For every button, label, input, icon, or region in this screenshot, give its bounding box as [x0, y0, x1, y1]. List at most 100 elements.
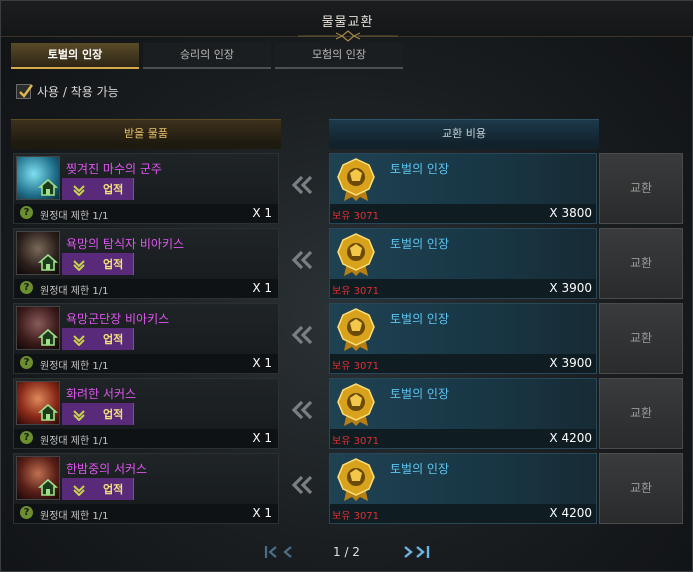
- badge-label: 업적: [103, 483, 124, 496]
- expedition-limit: 원정대 제한 1/1: [40, 361, 109, 372]
- cost-line: 보유 3071 X 3900: [330, 354, 596, 373]
- cost-item[interactable]: 토벌의 인장 보유 3071 X 3900: [329, 303, 597, 374]
- exchange-button[interactable]: 교환: [599, 228, 683, 299]
- cost-column-header: 교환 비용: [329, 119, 599, 149]
- home-icon: [38, 403, 58, 421]
- last-page-icon[interactable]: [415, 545, 431, 559]
- limit-line: ? 원정대 제한 1/1 X 1: [14, 429, 278, 448]
- owned-amount: 보유 3071: [332, 361, 380, 372]
- badge-label: 업적: [103, 258, 124, 271]
- usable-filter-label: 사용 / 착용 가능: [37, 85, 119, 99]
- cost-item[interactable]: 토벌의 인장 보유 3071 X 3800: [329, 153, 597, 224]
- cost-item[interactable]: 토벌의 인장 보유 3071 X 3900: [329, 228, 597, 299]
- prev-page-icon[interactable]: [281, 545, 295, 559]
- cost-quantity: X 3800: [549, 206, 592, 220]
- exchange-button[interactable]: 교환: [599, 303, 683, 374]
- tab-victory-seal[interactable]: 승리의 인장: [143, 43, 271, 69]
- achievement-badge: 업적: [62, 253, 134, 275]
- chevron-up-icon: [73, 335, 85, 346]
- owned-amount: 보유 3071: [332, 436, 380, 447]
- achievement-badge: 업적: [62, 328, 134, 350]
- title-ornament-icon: [297, 30, 398, 42]
- chevron-up-icon: [73, 485, 85, 496]
- chevron-up-icon: [73, 185, 85, 196]
- check-icon: [19, 84, 33, 98]
- next-page-icon[interactable]: [401, 545, 415, 559]
- reward-quantity: X 1: [252, 281, 272, 295]
- exchange-row: 욕망군단장 비아키스 업적 ? 원정대 제한 1/1 X 1 토벌의 인장 보유…: [13, 303, 685, 378]
- barter-window: 물물교환 토벌의 인장 승리의 인장 모험의 인장 사용 / 착용 가능 받을 …: [0, 0, 693, 572]
- home-icon: [38, 253, 58, 271]
- page-indicator: 1 / 2: [333, 545, 360, 559]
- chevron-up-icon: [73, 260, 85, 271]
- exchange-button[interactable]: 교환: [599, 378, 683, 449]
- home-icon: [38, 178, 58, 196]
- title-bar: 물물교환: [1, 1, 693, 42]
- exchange-row: 한밤중의 서커스 업적 ? 원정대 제한 1/1 X 1 토벌의 인장 보유 3…: [13, 453, 685, 528]
- cost-quantity: X 4200: [549, 431, 592, 445]
- double-left-arrow-icon: [291, 400, 313, 420]
- home-icon: [38, 478, 58, 496]
- double-left-arrow-icon: [291, 175, 313, 195]
- medal-icon: [337, 308, 375, 351]
- reward-item[interactable]: 한밤중의 서커스 업적 ? 원정대 제한 1/1 X 1: [13, 453, 279, 524]
- window-title: 물물교환: [321, 15, 374, 30]
- item-name: 화려한 서커스: [66, 387, 137, 401]
- reward-item[interactable]: 욕망의 탐식자 비아키스 업적 ? 원정대 제한 1/1 X 1: [13, 228, 279, 299]
- cost-item[interactable]: 토벌의 인장 보유 3071 X 4200: [329, 378, 597, 449]
- cost-currency-name: 토벌의 인장: [390, 387, 450, 401]
- medal-icon: [337, 233, 375, 276]
- question-icon[interactable]: ?: [20, 431, 33, 444]
- question-icon[interactable]: ?: [20, 356, 33, 369]
- achievement-badge: 업적: [62, 178, 134, 200]
- cost-currency-name: 토벌의 인장: [390, 462, 450, 476]
- badge-label: 업적: [103, 183, 124, 196]
- expedition-limit: 원정대 제한 1/1: [40, 436, 109, 447]
- tab-adventure-seal[interactable]: 모험의 인장: [275, 43, 403, 69]
- owned-amount: 보유 3071: [332, 286, 380, 297]
- question-icon[interactable]: ?: [20, 206, 33, 219]
- achievement-badge: 업적: [62, 478, 134, 500]
- first-page-icon[interactable]: [264, 545, 278, 559]
- exchange-list: 찢겨진 마수의 군주 업적 ? 원정대 제한 1/1 X 1 토벌의 인장 보유…: [13, 153, 685, 528]
- cost-currency-name: 토벌의 인장: [390, 237, 450, 251]
- reward-item[interactable]: 욕망군단장 비아키스 업적 ? 원정대 제한 1/1 X 1: [13, 303, 279, 374]
- item-name: 욕망의 탐식자 비아키스: [66, 237, 185, 251]
- question-icon[interactable]: ?: [20, 281, 33, 294]
- exchange-row: 찢겨진 마수의 군주 업적 ? 원정대 제한 1/1 X 1 토벌의 인장 보유…: [13, 153, 685, 228]
- exchange-row: 화려한 서커스 업적 ? 원정대 제한 1/1 X 1 토벌의 인장 보유 30…: [13, 378, 685, 453]
- limit-line: ? 원정대 제한 1/1 X 1: [14, 279, 278, 298]
- item-name: 욕망군단장 비아키스: [66, 312, 170, 326]
- expedition-limit: 원정대 제한 1/1: [40, 286, 109, 297]
- item-name: 찢겨진 마수의 군주: [66, 162, 162, 176]
- expedition-limit: 원정대 제한 1/1: [40, 511, 109, 522]
- reward-item[interactable]: 화려한 서커스 업적 ? 원정대 제한 1/1 X 1: [13, 378, 279, 449]
- cost-quantity: X 3900: [549, 356, 592, 370]
- cost-line: 보유 3071 X 4200: [330, 429, 596, 448]
- receive-column-header: 받을 물품: [11, 119, 281, 149]
- medal-icon: [337, 158, 375, 201]
- tab-subjugation-seal[interactable]: 토벌의 인장: [11, 43, 139, 69]
- reward-quantity: X 1: [252, 431, 272, 445]
- cost-line: 보유 3071 X 3900: [330, 279, 596, 298]
- exchange-button[interactable]: 교환: [599, 453, 683, 524]
- tab-label: 토벌의 인장: [47, 48, 103, 61]
- usable-checkbox[interactable]: [16, 84, 33, 99]
- reward-item[interactable]: 찢겨진 마수의 군주 업적 ? 원정대 제한 1/1 X 1: [13, 153, 279, 224]
- owned-amount: 보유 3071: [332, 211, 380, 222]
- badge-label: 업적: [103, 333, 124, 346]
- exchange-row: 욕망의 탐식자 비아키스 업적 ? 원정대 제한 1/1 X 1 토벌의 인장 …: [13, 228, 685, 303]
- question-icon[interactable]: ?: [20, 506, 33, 519]
- double-left-arrow-icon: [291, 325, 313, 345]
- exchange-button[interactable]: 교환: [599, 153, 683, 224]
- achievement-badge: 업적: [62, 403, 134, 425]
- limit-line: ? 원정대 제한 1/1 X 1: [14, 354, 278, 373]
- medal-icon: [337, 458, 375, 501]
- cost-quantity: X 3900: [549, 281, 592, 295]
- cost-item[interactable]: 토벌의 인장 보유 3071 X 4200: [329, 453, 597, 524]
- item-name: 한밤중의 서커스: [66, 462, 148, 476]
- limit-line: ? 원정대 제한 1/1 X 1: [14, 204, 278, 223]
- limit-line: ? 원정대 제한 1/1 X 1: [14, 504, 278, 523]
- tab-label: 모험의 인장: [311, 48, 367, 61]
- cost-line: 보유 3071 X 4200: [330, 504, 596, 523]
